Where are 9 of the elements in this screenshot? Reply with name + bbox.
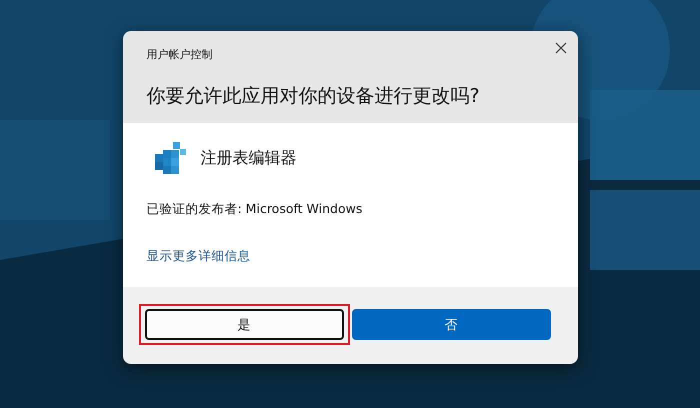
details-link[interactable]: 显示更多详细信息 bbox=[146, 248, 250, 265]
window-title: 用户帐户控制 bbox=[146, 47, 214, 62]
yes-button[interactable]: 是 bbox=[144, 309, 344, 340]
publisher-text: 已验证的发布者: Microsoft Windows bbox=[146, 201, 364, 218]
question-text: 你要允许此应用对你的设备进行更改吗? bbox=[146, 84, 481, 109]
app-name: 注册表编辑器 bbox=[200, 148, 296, 168]
no-button[interactable]: 否 bbox=[352, 309, 550, 340]
close-icon[interactable] bbox=[554, 41, 568, 55]
cubes-icon bbox=[152, 141, 186, 175]
